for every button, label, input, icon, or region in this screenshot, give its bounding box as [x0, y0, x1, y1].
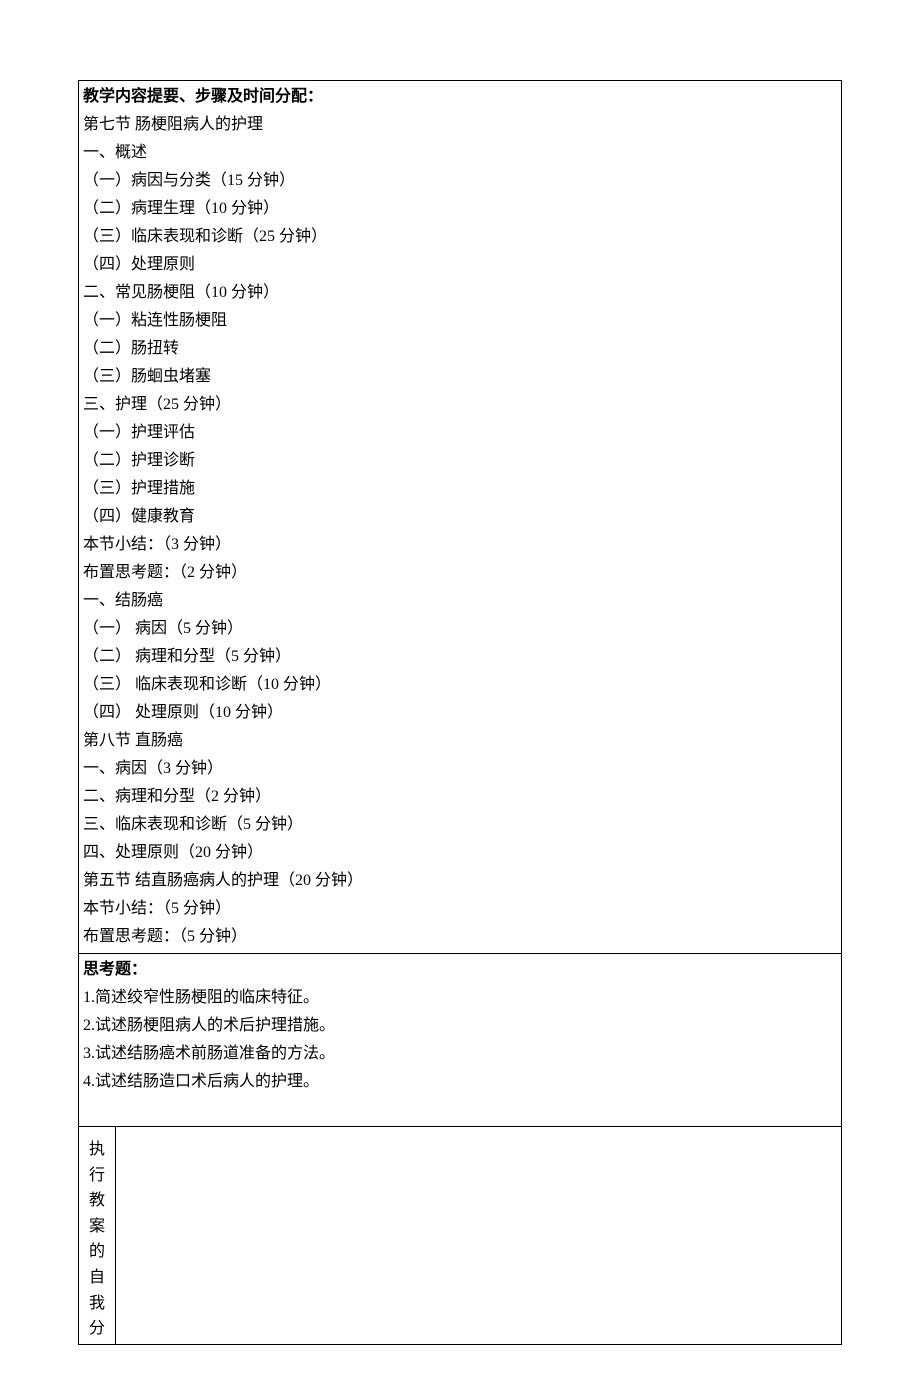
content-line: （三）肠蛔虫堵塞 — [83, 363, 837, 391]
content-line: 一、概述 — [83, 139, 837, 167]
teaching-content-cell: 教学内容提要、步骤及时间分配： 第七节 肠梗阻病人的护理 一、概述 （一）病因与… — [79, 81, 842, 954]
content-line: 一、结肠癌 — [83, 587, 837, 615]
section1-header: 教学内容提要、步骤及时间分配： — [83, 83, 837, 111]
content-line: （三）临床表现和诊断（25 分钟） — [83, 223, 837, 251]
content-line: （四） 处理原则（10 分钟） — [83, 699, 837, 727]
content-line: （一）病因与分类（15 分钟） — [83, 167, 837, 195]
content-line: 二、病理和分型（2 分钟） — [83, 783, 837, 811]
content-line: 第八节 直肠癌 — [83, 727, 837, 755]
content-line: 布置思考题：（2 分钟） — [83, 559, 837, 587]
content-line: 三、护理（25 分钟） — [83, 391, 837, 419]
content-line: 第七节 肠梗阻病人的护理 — [83, 111, 837, 139]
content-line: （一）护理评估 — [83, 419, 837, 447]
content-line: （一）粘连性肠梗阻 — [83, 307, 837, 335]
content-line: 本节小结：（5 分钟） — [83, 895, 837, 923]
content-line: （三）护理措施 — [83, 475, 837, 503]
self-analysis-label-cell: 执行教案的自我分 — [79, 1127, 116, 1345]
content-line: 四、处理原则（20 分钟） — [83, 839, 837, 867]
content-line: （一） 病因（5 分钟） — [83, 615, 837, 643]
content-line: （二）肠扭转 — [83, 335, 837, 363]
content-line: 本节小结：（3 分钟） — [83, 531, 837, 559]
question-line: 2.试述肠梗阻病人的术后护理措施。 — [83, 1012, 837, 1040]
content-line: （二） 病理和分型（5 分钟） — [83, 643, 837, 671]
self-analysis-content-cell — [116, 1127, 842, 1345]
question-line: 3.试述结肠癌术前肠道准备的方法。 — [83, 1040, 837, 1068]
section2-header: 思考题： — [83, 956, 837, 984]
content-line: （四）处理原则 — [83, 251, 837, 279]
content-line: 布置思考题：（5 分钟） — [83, 923, 837, 951]
document-table: 教学内容提要、步骤及时间分配： 第七节 肠梗阻病人的护理 一、概述 （一）病因与… — [78, 80, 842, 1345]
question-line: 1.简述绞窄性肠梗阻的临床特征。 — [83, 984, 837, 1012]
question-line: 4.试述结肠造口术后病人的护理。 — [83, 1068, 837, 1096]
content-line: 一、病因（3 分钟） — [83, 755, 837, 783]
content-line: （三） 临床表现和诊断（10 分钟） — [83, 671, 837, 699]
content-line: （四）健康教育 — [83, 503, 837, 531]
vertical-label: 执行教案的自我分 — [89, 1141, 105, 1337]
content-line: （二）病理生理（10 分钟） — [83, 195, 837, 223]
questions-cell: 思考题： 1.简述绞窄性肠梗阻的临床特征。 2.试述肠梗阻病人的术后护理措施。 … — [79, 954, 842, 1127]
content-line: （二）护理诊断 — [83, 447, 837, 475]
content-line: 二、常见肠梗阻（10 分钟） — [83, 279, 837, 307]
content-line: 第五节 结直肠癌病人的护理（20 分钟） — [83, 867, 837, 895]
content-line: 三、临床表现和诊断（5 分钟） — [83, 811, 837, 839]
